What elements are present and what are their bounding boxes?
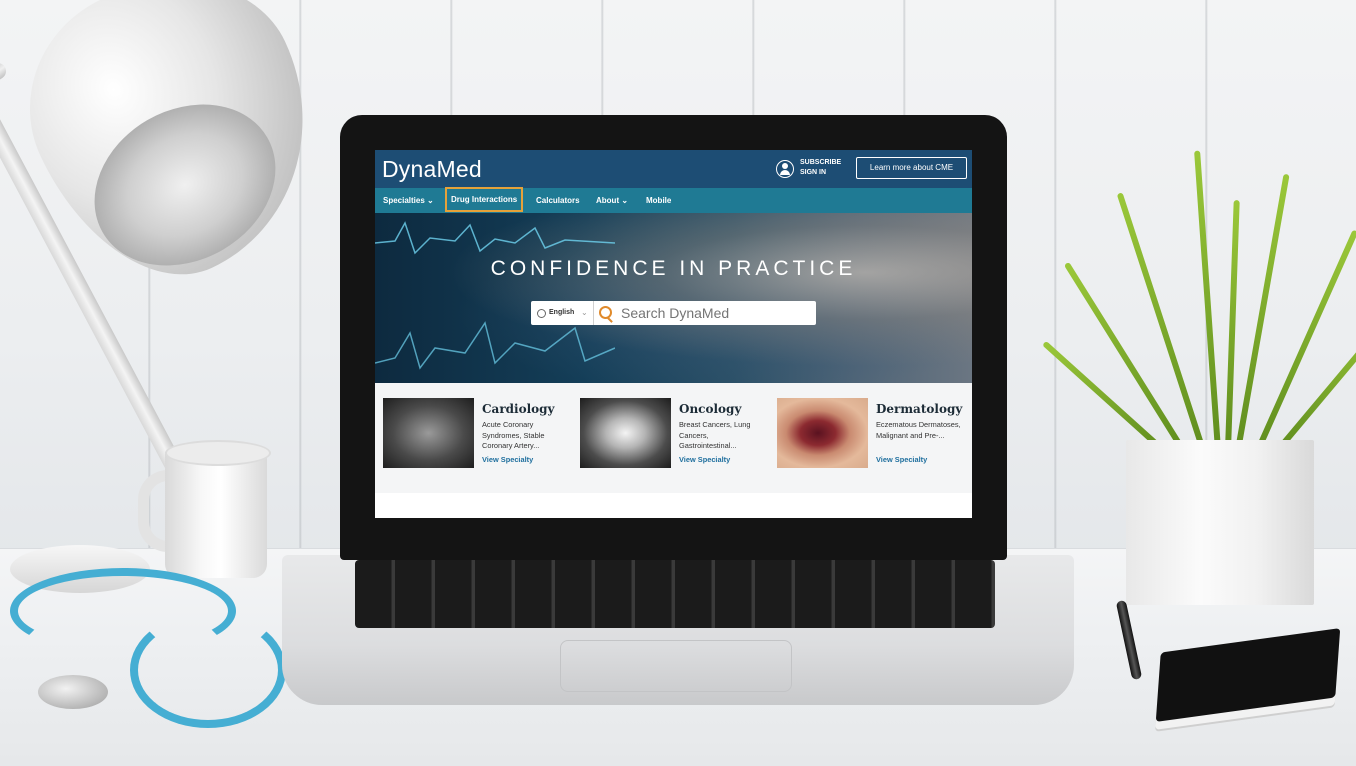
oncology-scan-image (580, 398, 671, 468)
nav-specialties[interactable]: Specialties ⌄ (383, 188, 434, 213)
mug (165, 448, 267, 578)
search-input[interactable] (621, 301, 811, 325)
view-specialty-link[interactable]: View Specialty (876, 455, 927, 464)
nav-mobile[interactable]: Mobile (646, 188, 671, 213)
account-links: SUBSCRIBE SIGN IN (800, 158, 841, 178)
globe-icon (537, 309, 546, 318)
trackpad (560, 640, 792, 692)
cme-button[interactable]: Learn more about CME (856, 157, 967, 179)
card-description: Breast Cancers, Lung Cancers, Gastrointe… (679, 420, 751, 450)
user-icon[interactable] (776, 160, 794, 178)
laptop-screen: DynaMed SUBSCRIBE SIGN IN Learn more abo… (375, 150, 972, 518)
hero-banner: CONFIDENCE IN PRACTICE English ⌄ (375, 213, 972, 383)
nav-calculators[interactable]: Calculators (536, 188, 580, 213)
language-label: English (549, 309, 575, 316)
ecg-wave-graphic (375, 221, 615, 370)
sign-in-link[interactable]: SIGN IN (800, 168, 841, 178)
plant-pot (1126, 440, 1314, 605)
specialty-card-dermatology[interactable]: Dermatology Eczematous Dermatoses, Malig… (777, 398, 967, 478)
stethoscope-chestpiece (38, 675, 108, 709)
chevron-down-icon: ⌄ (581, 308, 588, 317)
nav-about[interactable]: About ⌄ (596, 188, 628, 213)
dynamed-logo[interactable]: DynaMed (382, 156, 482, 183)
subscribe-link[interactable]: SUBSCRIBE (800, 158, 841, 168)
view-specialty-link[interactable]: View Specialty (482, 455, 533, 464)
search-icon[interactable] (599, 306, 612, 319)
nav-drug-interactions[interactable]: Drug Interactions (445, 187, 524, 212)
language-selector[interactable]: English ⌄ (531, 301, 594, 325)
cardiology-xray-image (383, 398, 474, 468)
card-title: Dermatology (876, 402, 963, 416)
card-description: Eczematous Dermatoses, Malignant and Pre… (876, 420, 961, 440)
mug-top (165, 440, 271, 466)
view-specialty-link[interactable]: View Specialty (679, 455, 730, 464)
site-header: DynaMed SUBSCRIBE SIGN IN Learn more abo… (375, 150, 972, 188)
card-description: Acute Coronary Syndromes, Stable Coronar… (482, 420, 545, 450)
specialty-card-oncology[interactable]: Oncology Breast Cancers, Lung Cancers, G… (580, 398, 770, 478)
dermatology-skin-image (777, 398, 868, 468)
specialty-card-cardiology[interactable]: Cardiology Acute Coronary Syndromes, Sta… (383, 398, 573, 478)
card-title: Oncology (679, 402, 742, 416)
keyboard (355, 560, 995, 628)
main-nav: Specialties ⌄ Drug Interactions Calculat… (375, 187, 972, 213)
card-title: Cardiology (482, 402, 555, 416)
hero-title: CONFIDENCE IN PRACTICE (490, 257, 857, 280)
specialty-cards: Cardiology Acute Coronary Syndromes, Sta… (375, 383, 972, 493)
search-bar: English ⌄ (531, 301, 816, 325)
stethoscope-tube-lower (130, 612, 286, 728)
